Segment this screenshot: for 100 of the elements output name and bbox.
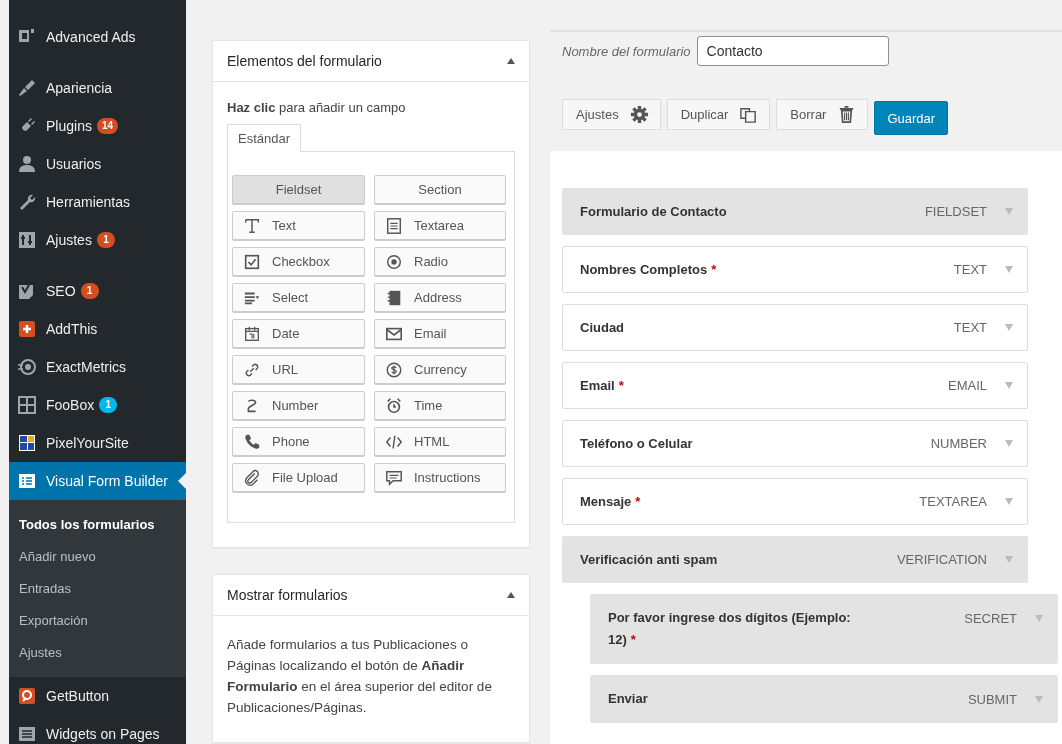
field-label: Teléfono o Celular xyxy=(580,436,694,451)
dropdown-icon[interactable] xyxy=(1005,440,1013,447)
dropdown-icon[interactable] xyxy=(1035,696,1043,703)
sidebar-item[interactable]: Plugins 14 xyxy=(9,107,186,145)
field-label: Formulario de Contacto xyxy=(580,204,728,219)
delete-button[interactable]: Borrar xyxy=(776,99,869,130)
collapse-icon[interactable] xyxy=(507,592,515,598)
alarm-icon xyxy=(385,396,403,415)
dropdown-icon[interactable] xyxy=(1035,615,1043,622)
field-type: SUBMIT xyxy=(967,692,1017,707)
form-field-row[interactable]: Nombres Completos * TEXT xyxy=(562,246,1028,293)
squares-icon xyxy=(17,433,37,453)
sidebar-item[interactable]: Widgets on Pages xyxy=(9,715,186,744)
field-type: EMAIL xyxy=(948,378,987,393)
form-field-row[interactable]: Por favor ingrese dos dígitos (Ejemplo: 12) * SECRET xyxy=(590,594,1058,664)
field-label: Verificación anti spam xyxy=(580,552,719,567)
field-type: NUMBER xyxy=(930,436,987,451)
dropdown-icon[interactable] xyxy=(1005,208,1013,215)
target-icon xyxy=(17,357,37,377)
save-button[interactable]: Guardar xyxy=(874,101,949,135)
sidebar-item[interactable]: SEO 1 xyxy=(9,272,186,310)
submenu-item[interactable]: Ajustes xyxy=(9,637,186,669)
sidebar-item[interactable]: PixelYourSite xyxy=(9,424,186,462)
user-icon xyxy=(17,154,37,174)
sidebar-item[interactable]: Usuarios xyxy=(9,145,186,183)
required-mark: * xyxy=(711,262,717,277)
dollar-icon xyxy=(385,360,403,379)
form-icon xyxy=(17,471,37,491)
field-type: FIELDSET xyxy=(924,204,987,219)
dropdown-icon[interactable] xyxy=(1005,382,1013,389)
submenu-item[interactable]: Exportación xyxy=(9,605,186,637)
paperclip-icon xyxy=(243,468,261,487)
dropdown-icon[interactable] xyxy=(1005,324,1013,331)
grid-icon xyxy=(17,395,37,415)
settings-button[interactable]: Ajustes xyxy=(562,99,661,130)
field-type-button[interactable]: File Upload xyxy=(232,463,365,492)
checkbox-icon xyxy=(243,252,261,271)
sidebar-item[interactable]: Visual Form Builder xyxy=(9,462,186,500)
sliders-icon xyxy=(17,230,37,250)
hint-text: Haz clic para añadir un campo xyxy=(227,100,407,115)
copy-icon xyxy=(739,105,759,124)
form-field-row[interactable]: Ciudad TEXT xyxy=(562,304,1028,351)
field-type-button[interactable]: Phone xyxy=(232,427,365,456)
field-type-button[interactable]: Time xyxy=(374,391,506,420)
brush-icon xyxy=(17,78,37,98)
sidebar-item[interactable]: GetButton xyxy=(9,677,186,715)
dropdown-icon[interactable] xyxy=(1005,556,1013,563)
field-type: TEXTAREA xyxy=(919,494,987,509)
field-type-button[interactable]: Textarea xyxy=(374,211,506,240)
sidebar-item[interactable]: FooBox 1 xyxy=(9,386,186,424)
dropdown-icon[interactable] xyxy=(1005,266,1013,273)
field-type: TEXT xyxy=(953,320,987,335)
sidebar-item[interactable]: AddThis xyxy=(9,310,186,348)
sidebar-item[interactable]: Advanced Ads xyxy=(9,18,186,56)
form-field-row[interactable]: Email * EMAIL xyxy=(562,362,1028,409)
field-type-button[interactable]: HTML xyxy=(374,427,506,456)
form-field-row[interactable]: Verificación anti spam VERIFICATION xyxy=(562,536,1028,583)
form-field-row[interactable]: Formulario de Contacto FIELDSET xyxy=(562,188,1028,235)
field-type-button[interactable]: Address xyxy=(374,283,506,312)
submenu-item[interactable]: Añadir nuevo xyxy=(9,541,186,573)
form-field-row[interactable]: Teléfono o Celular NUMBER xyxy=(562,420,1028,467)
notebook-icon xyxy=(385,288,403,307)
form-field-row[interactable]: Enviar SUBMIT xyxy=(590,675,1058,723)
field-label: Mensaje * xyxy=(580,494,642,509)
field-type-button[interactable]: Text xyxy=(232,211,365,240)
sidebar-item[interactable]: Ajustes 1 xyxy=(9,221,186,259)
dropdown-icon[interactable] xyxy=(1005,498,1013,505)
field-type-button[interactable]: Radio xyxy=(374,247,506,276)
count-badge: 1 xyxy=(80,283,99,299)
field-type-button[interactable]: Fieldset xyxy=(232,175,365,204)
field-type-button[interactable]: URL xyxy=(232,355,365,384)
plus-icon xyxy=(17,319,37,339)
count-badge: 1 xyxy=(99,397,118,413)
tab[interactable]: Estándar xyxy=(227,124,302,152)
instructions-text: Añade formularios a tus Publicaciones o Páginas localizando el botón de Añadir Formulario en el área superior del editor de Publicaciones/Páginas. xyxy=(227,636,493,717)
duplicate-button[interactable]: Duplicar xyxy=(666,99,771,130)
sidebar-item[interactable]: Apariencia xyxy=(9,69,186,107)
required-mark: * xyxy=(635,494,641,509)
field-type-button[interactable]: Instructions xyxy=(374,463,506,492)
field-type-button[interactable]: Email xyxy=(374,319,506,348)
form-field-row[interactable]: Mensaje * TEXTAREA xyxy=(562,478,1028,525)
sidebar-item[interactable]: ExactMetrics xyxy=(9,348,186,386)
lines-icon xyxy=(385,216,403,235)
field-label: Enviar xyxy=(608,690,649,708)
settings-icon xyxy=(629,105,649,124)
calendar-icon xyxy=(243,324,261,343)
field-type-button[interactable]: Currency xyxy=(374,355,506,384)
field-type: SECRET xyxy=(964,611,1017,626)
field-type-button[interactable]: Number xyxy=(232,391,365,420)
field-type-button[interactable]: Section xyxy=(374,175,506,204)
field-type-button[interactable]: Checkbox xyxy=(232,247,365,276)
submenu-item[interactable]: Todos los formularios xyxy=(9,509,186,541)
field-type-button[interactable]: Select xyxy=(232,283,365,312)
collapse-icon[interactable] xyxy=(507,58,515,64)
panel-title: Mostrar formularios xyxy=(227,587,348,603)
submenu-item[interactable]: Entradas xyxy=(9,573,186,605)
field-type-button[interactable]: Date xyxy=(232,319,365,348)
count-badge: 14 xyxy=(96,118,119,134)
form-name-field[interactable]: Contacto xyxy=(696,36,889,66)
sidebar-item[interactable]: Herramientas xyxy=(9,183,186,221)
